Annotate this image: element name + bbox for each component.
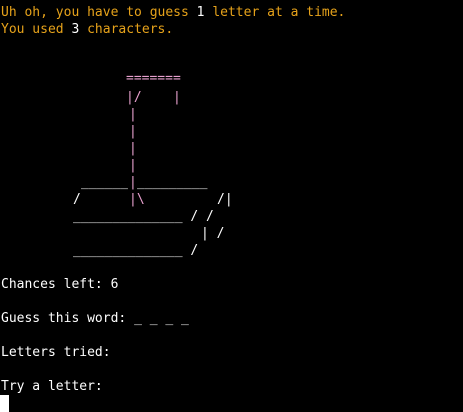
gallows-pole-segment: | bbox=[129, 107, 137, 122]
hangman-gallows-art: ======= |/ | | | | | ______ | _________ … bbox=[0, 0, 463, 280]
gallows-top-beam: ======= bbox=[126, 71, 181, 86]
platform-right-edge: /| bbox=[217, 192, 233, 207]
gallows-pole-segment: | bbox=[129, 158, 137, 173]
gallows-pole-segment: | bbox=[129, 141, 137, 156]
platform-right: _________ bbox=[137, 175, 208, 190]
platform-front-top: ______________ / / bbox=[73, 209, 214, 224]
guess-word-value: _ _ _ _ bbox=[134, 311, 189, 326]
platform-side: | / bbox=[201, 226, 225, 241]
gallows-pole-bottom: |\ bbox=[129, 192, 145, 207]
gallows-pole-and-rope: |/ | bbox=[126, 90, 181, 105]
guess-word-label: Guess this word: bbox=[1, 311, 127, 326]
chances-left-value: 6 bbox=[110, 277, 119, 292]
letter-prompt-line: Try a letter: bbox=[1, 378, 103, 395]
gallows-pole-segment: | bbox=[129, 124, 137, 139]
letter-prompt-label: Try a letter: bbox=[1, 379, 103, 394]
platform-left-edge: / bbox=[73, 192, 81, 207]
gallows-pole-base: | bbox=[129, 175, 137, 190]
guess-word-line: Guess this word: _ _ _ _ bbox=[1, 310, 189, 327]
platform-front-bottom: ______________ / bbox=[73, 243, 199, 258]
letters-tried-label: Letters tried: bbox=[1, 345, 111, 360]
letters-tried-line: Letters tried: bbox=[1, 344, 118, 361]
input-cursor[interactable] bbox=[0, 395, 9, 412]
chances-left-label: Chances left: bbox=[1, 277, 103, 292]
platform-left: ______ bbox=[81, 175, 128, 190]
chances-left-line: Chances left: 6 bbox=[1, 276, 118, 293]
